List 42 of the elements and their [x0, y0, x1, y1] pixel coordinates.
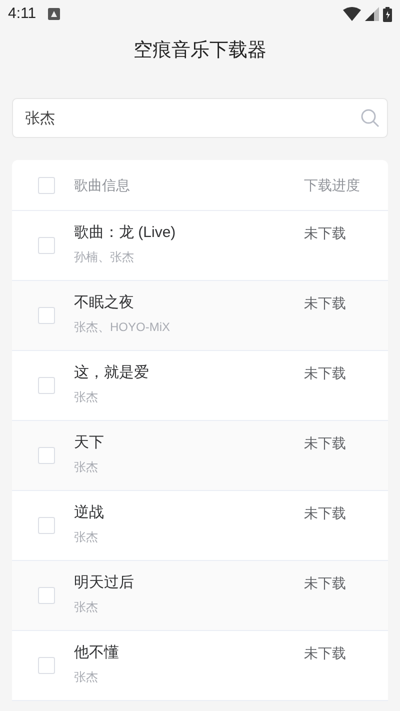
song-title: 歌曲：龙 (Live)	[74, 223, 176, 243]
download-status: 未下载	[304, 575, 346, 591]
song-title: 明天过后	[74, 573, 134, 593]
row-checkbox[interactable]	[38, 657, 54, 674]
song-artist: 张杰	[74, 599, 98, 616]
song-row[interactable]: 天下 张杰 未下载	[12, 421, 388, 491]
app-title: 空痕音乐下载器	[134, 38, 266, 63]
song-artist: 张杰	[74, 389, 98, 406]
row-checkbox[interactable]	[38, 377, 54, 394]
row-checkbox[interactable]	[38, 447, 54, 464]
row-checkbox[interactable]	[38, 237, 54, 254]
song-artist: 张杰、HOYO-MiX	[74, 319, 170, 336]
song-artist: 张杰	[74, 529, 98, 546]
download-status: 未下载	[304, 365, 346, 381]
search-field[interactable]: 张杰	[12, 98, 388, 138]
song-title: 这，就是爱	[74, 363, 149, 383]
row-checkbox[interactable]	[38, 307, 54, 324]
download-status: 未下载	[304, 505, 346, 521]
download-status: 未下载	[304, 225, 346, 241]
battery-icon	[383, 6, 392, 22]
column-header: 下载进度	[304, 176, 361, 194]
song-artist: 孙楠、张杰	[74, 249, 134, 266]
column-header: 歌曲信息	[74, 176, 131, 194]
song-artist: 张杰	[74, 459, 98, 476]
row-checkbox[interactable]	[38, 517, 54, 534]
row-checkbox[interactable]	[38, 587, 54, 604]
song-title: 不眠之夜	[74, 293, 134, 313]
download-status: 未下载	[304, 645, 346, 661]
wifi-icon	[343, 7, 361, 21]
search-icon[interactable]	[360, 108, 380, 128]
signal-icon	[365, 7, 379, 21]
download-status: 未下载	[304, 295, 346, 311]
download-status: 未下载	[304, 435, 346, 451]
status-time: 4:11	[8, 4, 36, 24]
song-row[interactable]: 明天过后 张杰 未下载	[12, 561, 388, 631]
song-title: 逆战	[74, 503, 104, 523]
select-all-checkbox[interactable]	[38, 176, 54, 194]
notification-icon	[48, 8, 60, 20]
song-artist: 张杰	[74, 669, 98, 686]
song-title: 他不懂	[74, 643, 119, 663]
song-title: 天下	[74, 433, 104, 453]
song-row[interactable]: 不眠之夜 张杰、HOYO-MiX 未下载	[12, 281, 388, 351]
